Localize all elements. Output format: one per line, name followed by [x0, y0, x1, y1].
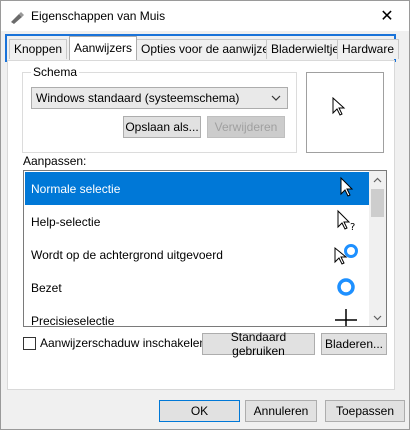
mouse-properties-dialog: Eigenschappen van Muis ✕ Knoppen Aanwijz…	[0, 0, 410, 430]
chevron-down-icon	[373, 315, 382, 320]
schema-group	[22, 72, 297, 153]
window-title: Eigenschappen van Muis	[31, 9, 166, 23]
arrow-pointer-icon	[332, 97, 346, 116]
tab-opties-voor-de-aanwijzer[interactable]: Opties voor de aanwijzer	[136, 39, 279, 59]
mouse-icon	[11, 12, 24, 24]
list-item-label: Normale selectie	[31, 182, 121, 196]
close-icon: ✕	[380, 8, 394, 25]
delete-button[interactable]: Verwijderen	[207, 116, 285, 138]
browse-button[interactable]: Bladeren...	[321, 333, 387, 355]
shadow-checkbox[interactable]	[23, 337, 36, 350]
footer-divider	[8, 393, 404, 394]
close-button[interactable]: ✕	[365, 1, 409, 31]
schema-dropdown[interactable]: Windows standaard (systeemschema)	[31, 87, 288, 109]
svg-text:?: ?	[350, 222, 355, 233]
schema-group-label: Schema	[31, 65, 80, 79]
list-item-achtergrond[interactable]: Wordt op de achtergrond uitgevoerd	[25, 238, 370, 271]
schema-dropdown-value: Windows standaard (systeemschema)	[36, 91, 240, 105]
list-item-normale-selectie[interactable]: Normale selectie	[25, 172, 370, 205]
list-item-label: Bezet	[31, 281, 62, 295]
ok-button[interactable]: OK	[159, 400, 240, 422]
chevron-up-icon	[373, 177, 382, 182]
crosshair-icon	[335, 309, 357, 326]
tab-aanwijzers[interactable]: Aanwijzers	[69, 36, 138, 60]
list-item-label: Precisieselectie	[31, 314, 115, 327]
help-pointer-icon: ?	[337, 209, 355, 233]
tab-hardware[interactable]: Hardware	[337, 39, 400, 59]
list-item-bezet[interactable]: Bezet	[25, 271, 370, 304]
scroll-down-button[interactable]	[369, 309, 386, 326]
tab-strip: Knoppen Aanwijzers Opties voor de aanwij…	[5, 34, 400, 62]
list-item-precisieselectie[interactable]: Precisieselectie	[25, 304, 370, 327]
use-default-button[interactable]: Standaard gebruiken	[202, 330, 315, 358]
busy-icon	[337, 278, 355, 296]
tab-knoppen[interactable]: Knoppen	[9, 39, 68, 59]
save-as-button[interactable]: Opslaan als...	[123, 116, 201, 138]
list-item-help-selectie[interactable]: Help-selectie ?	[25, 205, 370, 238]
shadow-checkbox-label: Aanwijzerschaduw inschakelen	[40, 336, 207, 350]
list-item-label: Wordt op de achtergrond uitgevoerd	[31, 248, 223, 262]
arrow-pointer-icon	[340, 176, 354, 197]
cancel-button[interactable]: Annuleren	[245, 400, 317, 422]
tab-bladerwieltje[interactable]: Bladerwieltje	[266, 39, 345, 59]
working-in-background-icon	[334, 244, 358, 265]
apply-button[interactable]: Toepassen	[325, 400, 405, 422]
customize-label: Aanpassen:	[23, 154, 87, 168]
scroll-thumb[interactable]	[371, 189, 384, 217]
scroll-up-button[interactable]	[369, 171, 386, 188]
list-item-label: Help-selectie	[31, 215, 101, 229]
chevron-down-icon	[271, 95, 281, 101]
list-scrollbar[interactable]	[369, 171, 386, 326]
title-bar: Eigenschappen van Muis ✕	[1, 1, 409, 31]
pointer-preview	[306, 72, 384, 153]
pointer-list[interactable]: Normale selectie Help-selectie ? Wordt o…	[23, 170, 387, 327]
